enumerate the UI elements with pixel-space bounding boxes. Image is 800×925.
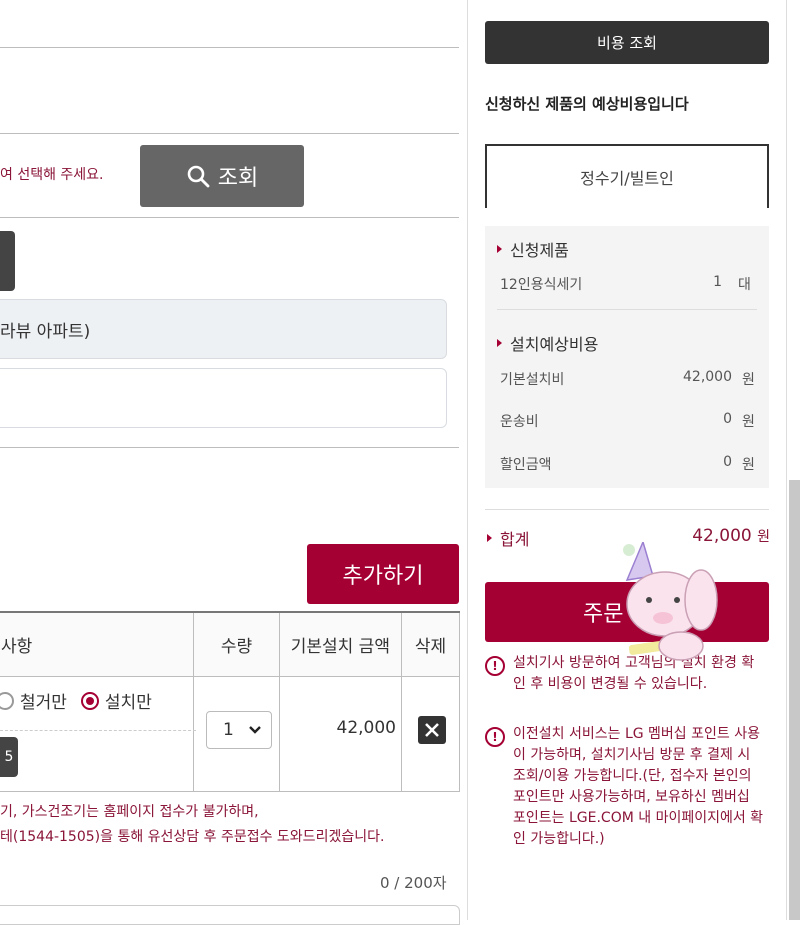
tab-water-purifier[interactable]: 정수기/빌트인 xyxy=(485,144,769,208)
cost-label: 운송비 xyxy=(500,414,539,430)
column-header-delete: 삭제 xyxy=(401,611,460,677)
add-button[interactable]: 추가하기 xyxy=(307,544,459,604)
triangle-bullet-icon xyxy=(497,339,502,347)
cost-section-title: 설치예상비용 xyxy=(497,331,598,355)
radio-remove-only[interactable] xyxy=(0,691,14,710)
table-header-row: 사항 수량 기본설치 금액 삭제 xyxy=(0,611,460,677)
address-line1-value: 라뷰 아파트) xyxy=(0,321,91,342)
char-counter: 0 / 200자 xyxy=(380,874,447,892)
product-info-button[interactable]: 5 xyxy=(0,737,18,777)
column-header-price: 기본설치 금액 xyxy=(279,611,403,677)
row-price: 42,000 xyxy=(336,718,396,738)
product-qty: 1 xyxy=(713,274,722,290)
notice-text: 이전설치 서비스는 LG 멤버십 포인트 사용이 가능하며, 설치기사님 방문 … xyxy=(513,726,764,847)
triangle-bullet-icon xyxy=(497,245,502,253)
product-section-label: 신청제품 xyxy=(510,241,569,260)
cost-value: 0 xyxy=(723,454,732,470)
cost-summary xyxy=(485,226,769,488)
radio-install-only[interactable] xyxy=(80,691,99,710)
radio-install-only-label: 설치만 xyxy=(104,693,152,713)
row-divider xyxy=(0,730,196,731)
search-hint: 여 선택해 주세요. xyxy=(0,167,104,183)
divider xyxy=(0,47,459,48)
notice-line: 테(1544-1505)을 통해 유선상담 후 주문접수 도와드리겠습니다. xyxy=(0,829,385,845)
scrollbar[interactable] xyxy=(789,480,800,920)
address-detail-field[interactable] xyxy=(0,368,447,428)
cost-inquiry-button[interactable]: 비용 조회 xyxy=(485,21,769,64)
total-label-text: 합계 xyxy=(500,530,530,549)
chevron-down-icon xyxy=(249,726,261,734)
address-line1-field[interactable]: 라뷰 아파트) xyxy=(0,299,447,359)
column-header-option: 사항 xyxy=(0,611,195,677)
column-header-quantity: 수량 xyxy=(193,611,280,677)
notice-line: 기, 가스건조기는 홈페이지 접수가 불가하며, xyxy=(0,804,259,820)
mascot-sticker xyxy=(623,542,718,661)
triangle-bullet-icon xyxy=(487,534,492,542)
notice-item: ! 이전설치 서비스는 LG 멤버십 포인트 사용이 가능하며, 설치기사님 방… xyxy=(485,724,767,850)
search-button-label: 조회 xyxy=(217,166,259,191)
product-section-title: 신청제품 xyxy=(497,237,569,261)
quantity-select[interactable]: 1 xyxy=(206,711,272,749)
address-search-button[interactable] xyxy=(0,231,15,291)
product-name: 12인용식세기 xyxy=(500,277,583,293)
product-unit: 대 xyxy=(738,277,751,293)
warning-icon: ! xyxy=(485,727,505,747)
search-button[interactable]: 조회 xyxy=(140,145,304,207)
divider xyxy=(0,133,459,134)
panel-heading: 신청하신 제품의 예상비용입니다 xyxy=(485,95,689,113)
warning-icon: ! xyxy=(485,656,505,676)
radio-remove-only-label: 철거만 xyxy=(20,693,67,713)
search-icon xyxy=(187,165,210,188)
divider xyxy=(485,509,769,510)
product-info-label: 5 xyxy=(4,749,14,765)
cost-section-label: 설치예상비용 xyxy=(510,335,599,354)
cost-value: 0 xyxy=(723,411,732,427)
divider xyxy=(0,447,459,448)
delete-row-button[interactable] xyxy=(418,716,446,744)
cost-unit: 원 xyxy=(742,414,755,430)
cost-unit: 원 xyxy=(742,457,755,473)
cost-unit: 원 xyxy=(742,372,755,388)
divider xyxy=(0,217,459,218)
total-unit: 원 xyxy=(757,529,770,545)
quantity-value: 1 xyxy=(223,720,234,740)
cost-value: 42,000 xyxy=(683,369,732,385)
cost-label: 할인금액 xyxy=(500,457,552,473)
total-label: 합계 xyxy=(487,526,529,550)
memo-textarea[interactable] xyxy=(0,905,460,925)
cost-label: 기본설치비 xyxy=(500,372,565,388)
install-type-options: 철거만 설치만 xyxy=(0,688,152,713)
close-icon xyxy=(425,723,439,737)
divider xyxy=(497,309,757,310)
